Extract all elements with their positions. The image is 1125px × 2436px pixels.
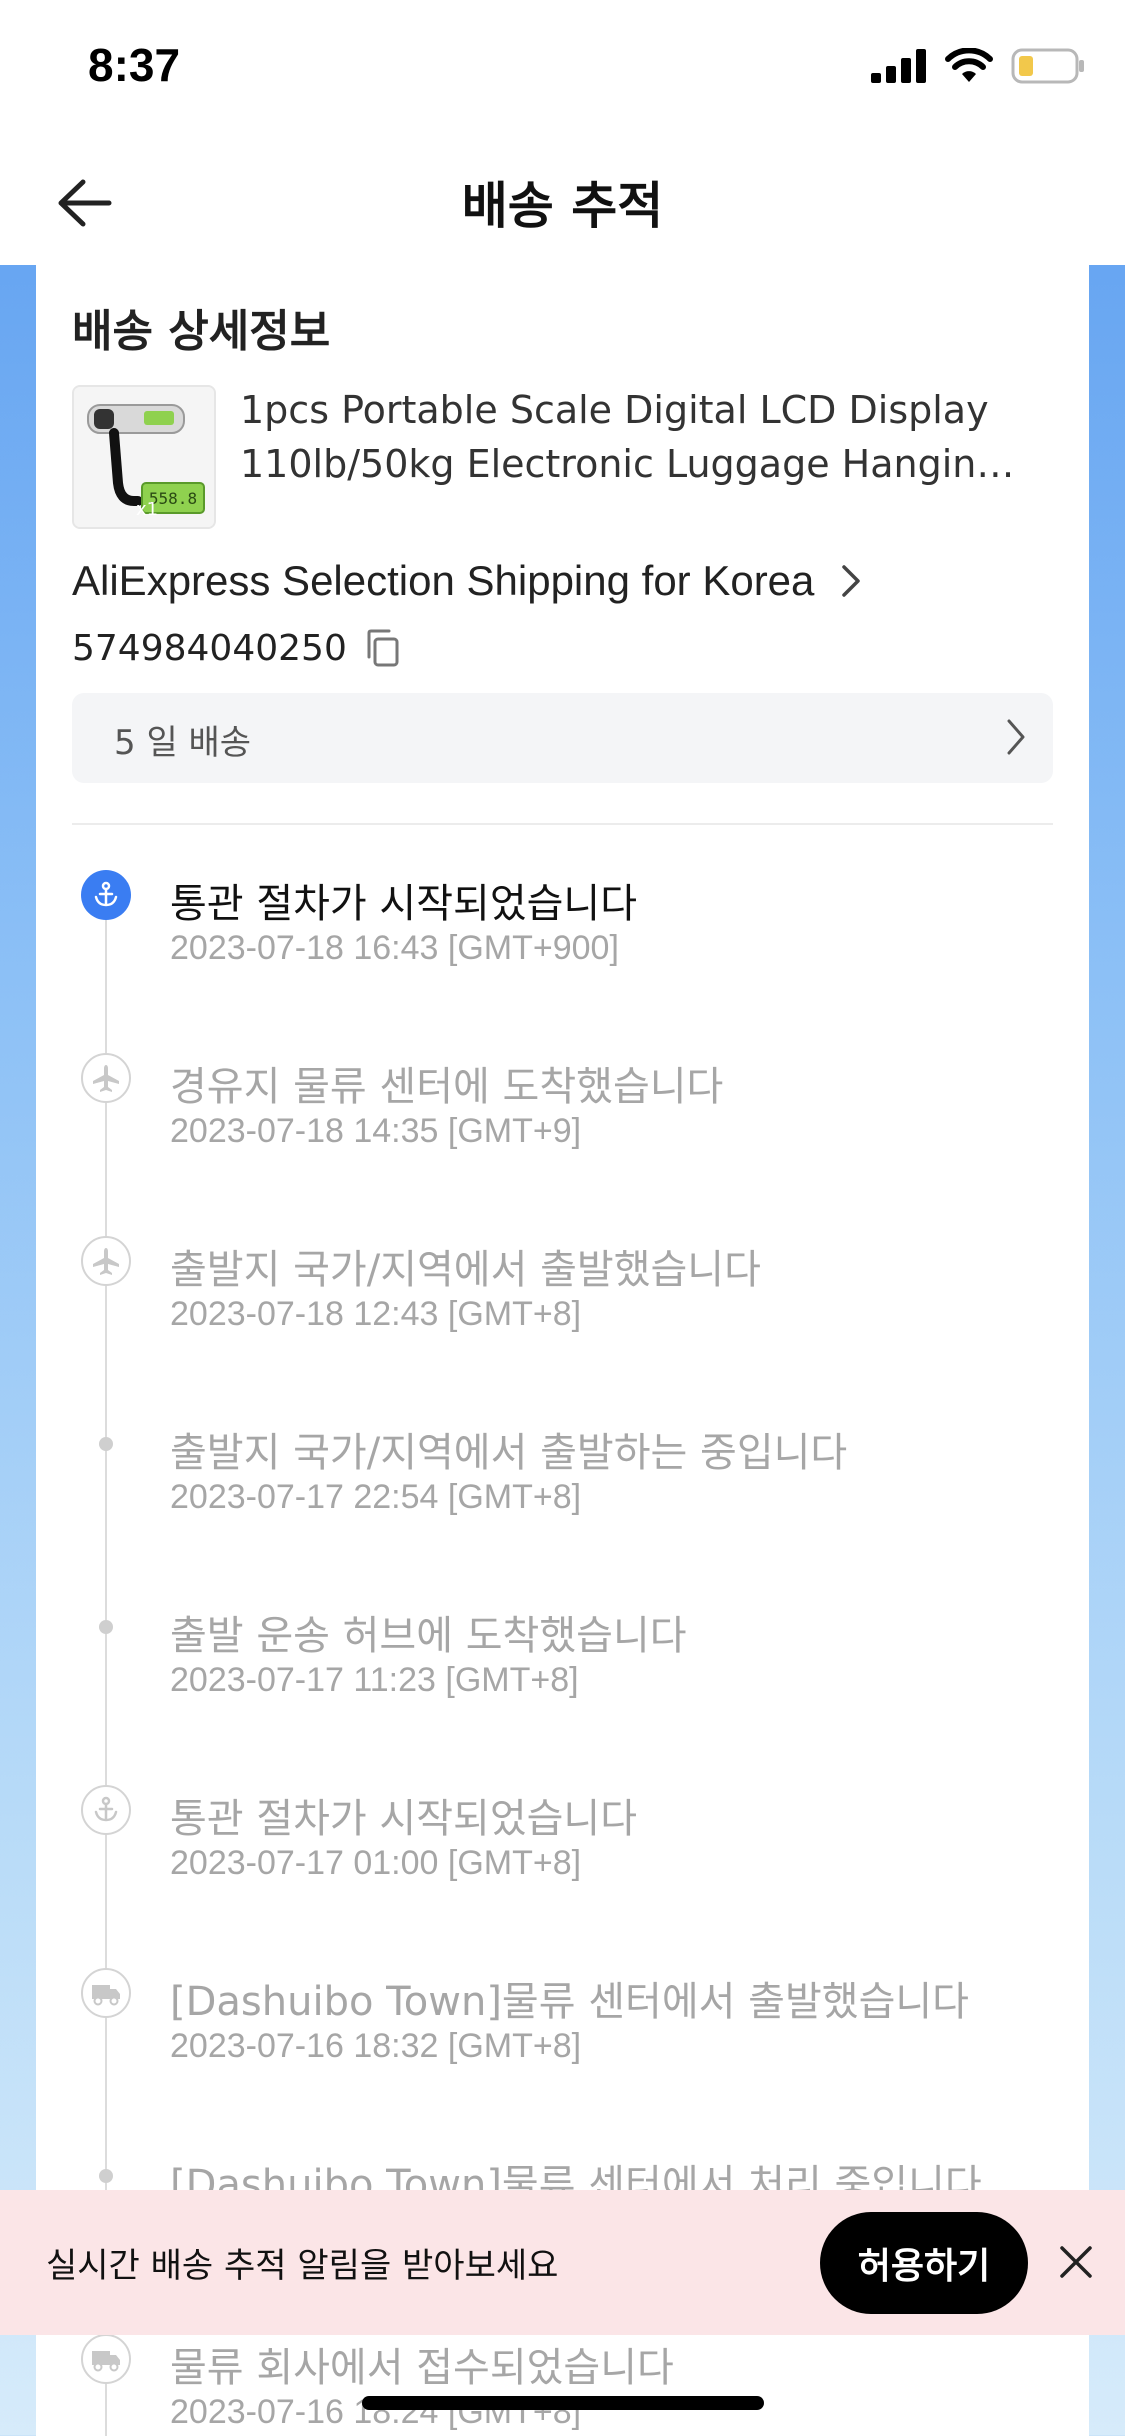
battery-icon xyxy=(1011,48,1084,84)
event-time: 2023-07-18 16:43 [GMT+900] xyxy=(170,929,619,967)
event-time: 2023-07-16 18:32 [GMT+8] xyxy=(170,2027,582,2065)
event-time: 2023-07-17 01:00 [GMT+8] xyxy=(170,1844,582,1882)
timeline-marker xyxy=(72,2325,140,2393)
chevron-right-icon xyxy=(842,565,861,597)
event-time: 2023-07-17 22:54 [GMT+8] xyxy=(170,1478,582,1516)
event-title: 출발 운송 허브에 도착했습니다 xyxy=(170,1613,687,1659)
status-time: 8:37 xyxy=(88,39,181,91)
timeline-event: [Dashuibo Town]물류 센터에서 출발했습니다 2023-07-16 … xyxy=(72,1959,1053,2109)
timeline-marker xyxy=(72,1776,140,1844)
carrier-link[interactable]: AliExpress Selection Shipping for Korea xyxy=(72,557,862,605)
dot-icon xyxy=(99,1620,113,1634)
page-title: 배송 추적 xyxy=(461,177,664,235)
truck-icon xyxy=(81,1968,131,2018)
event-title: [Dashuibo Town]물류 센터에서 출발했습니다 xyxy=(170,1979,969,2025)
dot-icon xyxy=(99,1437,113,1451)
wifi-icon xyxy=(945,48,993,82)
delivery-estimate: 5 일 배송 xyxy=(114,723,252,763)
status-icons xyxy=(871,48,1085,84)
product-title-line2: 110lb/50kg Electronic Luggage Hanging... xyxy=(240,442,1020,486)
carrier-name: AliExpress Selection Shipping for Korea xyxy=(72,557,815,604)
dot-icon xyxy=(99,2169,113,2183)
timeline-marker xyxy=(72,1227,140,1295)
timeline-event: 통관 절차가 시작되었습니다 2023-07-17 01:00 [GMT+8] xyxy=(72,1776,1053,1926)
delivery-estimate-row[interactable]: 5 일 배송 xyxy=(72,693,1053,783)
timeline-event: 경유지 물류 센터에 도착했습니다 2023-07-18 14:35 [GMT+9… xyxy=(72,1044,1053,1194)
anchor-icon xyxy=(81,870,131,920)
timeline-marker xyxy=(72,861,140,929)
status-bar: 8:37 xyxy=(0,0,1125,140)
thumb-quantity: x1 xyxy=(136,499,158,520)
timeline-marker xyxy=(72,1593,140,1661)
product-thumbnail[interactable]: 558.8 x1 xyxy=(72,385,216,529)
airplane-icon xyxy=(81,1236,131,1286)
timeline-marker xyxy=(72,1959,140,2027)
copy-icon[interactable] xyxy=(363,627,403,669)
luggage-scale-image: 558.8 x1 xyxy=(74,387,214,527)
tracking-number: 574984040250 xyxy=(72,627,347,669)
divider xyxy=(72,823,1053,825)
event-time: 2023-07-18 12:43 [GMT+8] xyxy=(170,1295,582,1333)
banner-text: 실시간 배송 추적 알림을 받아보세요 xyxy=(46,2246,559,2286)
allow-button[interactable]: 허용하기 xyxy=(820,2212,1028,2314)
chevron-right-icon xyxy=(1007,719,1025,755)
event-title: 통관 절차가 시작되었습니다 xyxy=(170,881,638,927)
close-button[interactable] xyxy=(1050,2236,1102,2288)
nav-bar: 배송 추적 xyxy=(0,140,1125,265)
timeline-event: 통관 절차가 시작되었습니다 2023-07-18 16:43 [GMT+900] xyxy=(72,861,1053,1011)
close-icon xyxy=(1060,2246,1092,2278)
event-time: 2023-07-17 11:23 [GMT+8] xyxy=(170,1661,579,1699)
timeline-marker xyxy=(72,1044,140,1112)
airplane-icon xyxy=(81,1053,131,1103)
event-title: 경유지 물류 센터에 도착했습니다 xyxy=(170,1064,724,1110)
event-title: 출발지 국가/지역에서 출발하는 중입니다 xyxy=(170,1430,848,1476)
anchor-icon xyxy=(81,1785,131,1835)
event-title: 출발지 국가/지역에서 출발했습니다 xyxy=(170,1247,761,1293)
cellular-signal-icon xyxy=(871,49,926,83)
timeline-event: 출발 운송 허브에 도착했습니다 2023-07-17 11:23 [GMT+8] xyxy=(72,1593,1053,1743)
timeline-event: 출발지 국가/지역에서 출발하는 중입니다 2023-07-17 22:54 [G… xyxy=(72,1410,1053,1560)
timeline-event: 물류 회사에서 접수되었습니다 2023-07-16 18:24 [GMT+8] xyxy=(72,2325,1053,2436)
home-indicator xyxy=(362,2396,764,2410)
timeline-marker xyxy=(72,1410,140,1478)
event-time: 2023-07-18 14:35 [GMT+9] xyxy=(170,1112,582,1150)
event-title: 물류 회사에서 접수되었습니다 xyxy=(170,2345,674,2391)
shipping-details-card: 배송 상세정보 558.8 x1 1pcs Portable Scale Dig… xyxy=(36,265,1089,2436)
notification-banner: 실시간 배송 추적 알림을 받아보세요 허용하기 xyxy=(0,2190,1125,2335)
tracking-number-row: 574984040250 xyxy=(72,627,403,669)
event-title: 통관 절차가 시작되었습니다 xyxy=(170,1796,638,1842)
product-title-line1: 1pcs Portable Scale Digital LCD Display xyxy=(240,388,989,432)
truck-icon xyxy=(81,2334,131,2384)
product-title[interactable]: 1pcs Portable Scale Digital LCD Display … xyxy=(240,383,1020,491)
section-title: 배송 상세정보 xyxy=(72,306,331,357)
timeline-event: 출발지 국가/지역에서 출발했습니다 2023-07-18 12:43 [GMT+… xyxy=(72,1227,1053,1377)
